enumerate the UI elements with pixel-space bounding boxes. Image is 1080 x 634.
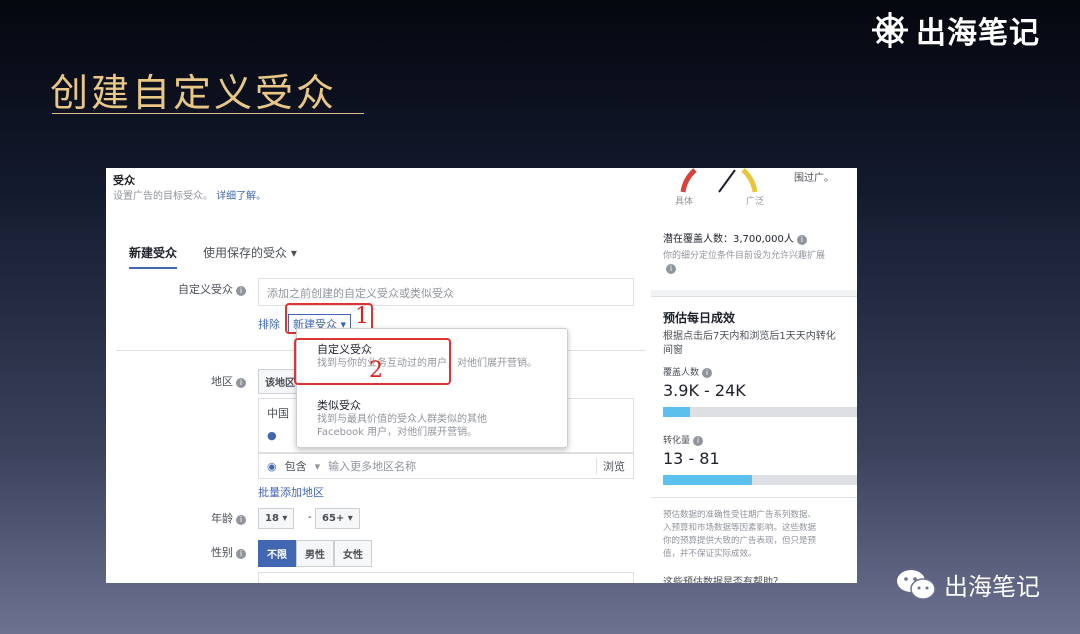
estimates-panel: 具体 广泛 围过广。 潜在覆盖人数：3,700,000人 i 你的细分定位条件目前… — [651, 168, 857, 583]
menu-item-lookalike-audience[interactable]: 类似受众 找到与最具价值的受众人群类似的其他 Facebook 用户，对他们展开… — [317, 397, 527, 439]
custom-audience-input[interactable]: 添加之前创建的自定义受众或类似受众 — [258, 278, 634, 306]
learn-more-link[interactable]: 详细了解。 — [216, 191, 266, 202]
brand-logo: 出海笔记 — [870, 8, 1040, 52]
slide-title: 创建自定义受众 — [50, 71, 338, 115]
callout-number-1: 1 — [355, 304, 369, 329]
info-icon: i — [702, 368, 713, 378]
info-icon: i — [663, 263, 676, 274]
footer-brand: 出海笔记 — [896, 567, 1040, 602]
gender-male-button[interactable]: 男性 — [296, 540, 334, 567]
disclaimer-line: 值，并不保证实际成效。 — [663, 549, 757, 559]
helpful-link[interactable]: 这些预估数据是否有帮助？ — [663, 573, 783, 583]
audience-title: 受众 — [113, 174, 135, 187]
daily-results-desc-2: 间窗 — [663, 345, 683, 356]
disclaimer-line: 预估数据的准确性受往期广告系列数据、 — [663, 510, 817, 520]
audience-description: 设置广告的目标受众。 详细了解。 — [113, 187, 266, 202]
gender-selector: 不限 男性 女性 — [258, 540, 372, 567]
ship-wheel-icon — [872, 12, 908, 48]
audience-section: 受众 设置广告的目标受众。 详细了解。 新建受众 使用保存的受众 ▾ 自定义受众… — [106, 168, 649, 583]
reach-bar-fill — [663, 407, 691, 417]
conversion-bar-fill — [663, 475, 753, 485]
potential-reach-note: 你的细分定位条件目前设为允许兴趣扩展 — [663, 251, 826, 261]
age-label: 年龄 i — [126, 510, 246, 526]
age-min-select[interactable]: 18 ▾ — [258, 508, 295, 529]
browse-button[interactable]: 浏览 — [596, 458, 625, 474]
include-dropdown[interactable]: 包含 — [285, 458, 307, 474]
conversion-bar — [663, 475, 857, 485]
disclaimer-line: 入预算和市场数据等因素影响。这些数据 — [663, 523, 817, 533]
conversion-label-text: 转化量 — [663, 436, 691, 446]
title-underline — [52, 113, 364, 114]
reach-bar — [663, 407, 857, 417]
disclaimer-line: 你的预算提供大致的广告表现，但只是预 — [663, 536, 817, 546]
daily-results-desc: 根据点击后7天内和浏览后1天天内转化 — [663, 331, 836, 342]
age-separator: - — [308, 512, 312, 523]
info-icon: i — [236, 378, 246, 388]
info-icon: i — [796, 235, 807, 245]
custom-audience-label: 自定义受众 i — [126, 281, 246, 297]
info-icon: i — [236, 549, 246, 559]
location-pin-icon: ◉ — [267, 459, 277, 473]
brand-name: 出海笔记 — [916, 16, 1040, 51]
age-label-text: 年龄 — [211, 512, 233, 525]
reach-value: 3.9K - 24K — [663, 381, 746, 400]
potential-reach: 潜在覆盖人数：3,700,000人 i — [663, 230, 807, 245]
potential-reach-text: 潜在覆盖人数：3,700,000人 — [663, 234, 794, 245]
gauge-left-label: 具体 — [675, 197, 694, 207]
conversion-value: 13 - 81 — [663, 449, 720, 468]
callout-number-2: 2 — [369, 358, 383, 383]
gender-all-button[interactable]: 不限 — [258, 540, 296, 567]
info-icon: i — [236, 286, 246, 296]
gender-female-button[interactable]: 女性 — [334, 540, 372, 567]
tab-saved-audience[interactable]: 使用保存的受众 ▾ — [203, 244, 297, 269]
info-icon: i — [693, 436, 704, 446]
footer-brand-name: 出海笔记 — [944, 573, 1040, 601]
conversion-label: 转化量 i — [663, 433, 704, 446]
location-search-row: ◉ 包含 ▾ 输入更多地区名称 浏览 — [258, 453, 634, 479]
daily-results-card: 预估每日成效 根据点击后7天内和浏览后1天天内转化 间窗 覆盖人数 i 3.9K … — [651, 296, 857, 583]
gauge-note: 围过广。 — [794, 173, 834, 184]
location-label: 地区 i — [126, 373, 246, 389]
gauge-right-label: 广泛 — [746, 197, 765, 207]
reach-label: 覆盖人数 i — [663, 365, 713, 378]
language-input[interactable] — [258, 572, 634, 583]
location-label-text: 地区 — [211, 375, 233, 388]
location-search-input[interactable]: 输入更多地区名称 — [328, 458, 588, 474]
menu-item-title: 类似受众 — [317, 399, 361, 412]
audience-desc-text: 设置广告的目标受众。 — [113, 191, 213, 202]
exclude-link[interactable]: 排除 — [258, 316, 280, 332]
info-icon: i — [236, 515, 246, 525]
wechat-icon — [897, 569, 936, 600]
panel-divider — [651, 497, 857, 498]
menu-item-desc: 找到与最具价值的受众人群类似的其他 Facebook 用户，对他们展开营销。 — [317, 414, 487, 438]
tab-new-audience[interactable]: 新建受众 — [129, 244, 178, 269]
gender-label: 性别 i — [126, 544, 246, 560]
ads-manager-screenshot: 受众 设置广告的目标受众。 详细了解。 新建受众 使用保存的受众 ▾ 自定义受众… — [106, 168, 857, 583]
custom-audience-label-text: 自定义受众 — [178, 283, 233, 296]
include-chevron-icon[interactable]: ▾ — [315, 460, 321, 473]
gender-label-text: 性别 — [211, 546, 233, 559]
audience-size-card: 具体 广泛 围过广。 潜在覆盖人数：3,700,000人 i 你的细分定位条件目前… — [651, 168, 857, 290]
age-max-select[interactable]: 65+ ▾ — [315, 508, 360, 529]
audience-tabs: 新建受众 使用保存的受众 ▾ — [129, 244, 297, 269]
disclaimer: 预估数据的准确性受往期广告系列数据、 入预算和市场数据等因素影响。这些数据 你的… — [663, 509, 816, 561]
daily-results-title: 预估每日成效 — [663, 311, 736, 325]
reach-label-text: 覆盖人数 — [663, 368, 700, 378]
bulk-add-location-link[interactable]: 批量添加地区 — [258, 484, 324, 500]
